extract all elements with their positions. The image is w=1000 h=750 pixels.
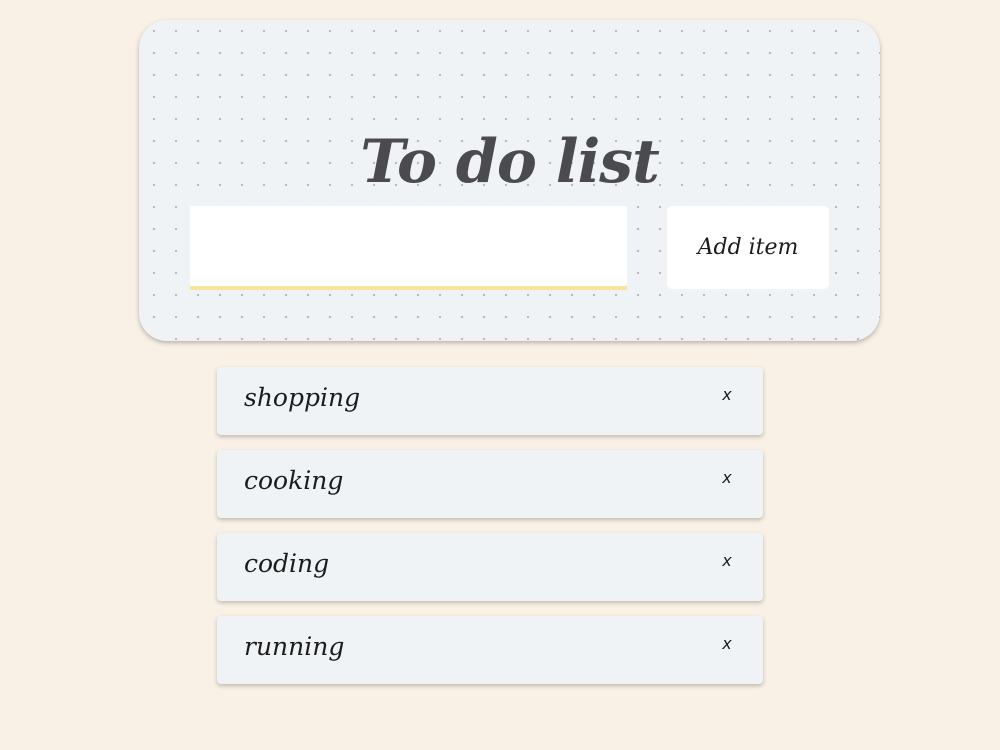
page-title: To do list (360, 127, 660, 198)
list-item-text: cooking (244, 466, 344, 495)
list-item-text: shopping (244, 383, 361, 412)
list-item: coding x (217, 533, 763, 601)
todo-list: shopping x cooking x coding x running x (217, 367, 763, 699)
delete-button[interactable]: x (715, 383, 739, 407)
list-item-text: coding (244, 549, 330, 578)
todo-card: To do list Add item (139, 20, 880, 341)
add-item-button[interactable]: Add item (667, 206, 829, 289)
list-item-text: running (244, 632, 345, 661)
list-item: running x (217, 616, 763, 684)
delete-button[interactable]: x (715, 549, 739, 573)
todo-input[interactable] (190, 206, 627, 290)
delete-button[interactable]: x (715, 632, 739, 656)
delete-button[interactable]: x (715, 466, 739, 490)
list-item: cooking x (217, 450, 763, 518)
list-item: shopping x (217, 367, 763, 435)
